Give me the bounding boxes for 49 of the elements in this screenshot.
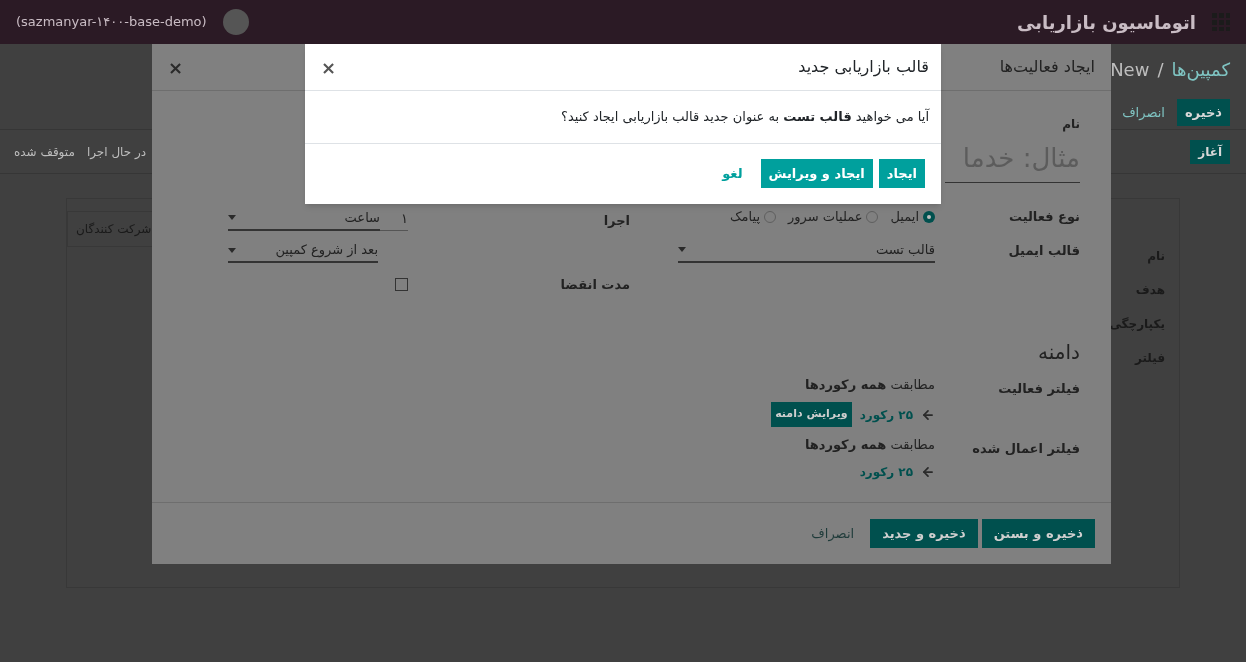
template-select[interactable]: قالب تست <box>678 238 935 263</box>
dialog-button[interactable]: ایجاد <box>878 159 925 188</box>
field-label: فیلتر اعمال شده <box>971 440 1080 458</box>
dialog-title: ایجاد فعالیت‌ها <box>999 56 1095 78</box>
edit-domain-button[interactable]: ویرایش دامنه <box>771 402 852 427</box>
field-label: مدت انقضا <box>559 276 630 294</box>
arrow-icon <box>921 407 935 422</box>
caret-icon <box>228 215 236 220</box>
radio-label: پیامک <box>729 208 761 226</box>
breadcrumb-current: New <box>1110 58 1150 82</box>
field-label: نام <box>1062 116 1080 133</box>
unit-select[interactable]: ساعت <box>228 206 380 231</box>
radio-label: ایمیل <box>890 208 919 226</box>
radio-label: عملیات سرور <box>788 208 863 227</box>
status-stage[interactable]: متوقف شده <box>8 142 81 161</box>
caret-icon <box>678 247 686 252</box>
database-name: (sazmanyar-۱۴۰۰-base-demo) <box>16 13 207 32</box>
discard-link[interactable]: انصراف <box>1114 99 1173 126</box>
caret-icon <box>228 247 236 253</box>
breadcrumb-link[interactable]: کمپین‌ها <box>1171 56 1230 83</box>
checkbox[interactable] <box>395 278 408 292</box>
dialog-button[interactable]: ذخیره و بستن <box>981 519 1095 548</box>
cancel-link[interactable]: لغو <box>710 159 755 188</box>
arrow-icon <box>921 464 935 479</box>
domain-summary: مطابقت همه رکوردها <box>803 375 935 394</box>
save-button[interactable]: ذخیره <box>1176 99 1230 126</box>
field-label: نوع فعالیت <box>1007 208 1080 226</box>
field-label: فیلتر فعالیت <box>997 379 1080 398</box>
breadcrumb-separator: / <box>1157 58 1164 82</box>
records-link[interactable]: ۲۵ رکورد <box>859 462 913 481</box>
interval-field[interactable]: ۱ <box>380 208 408 229</box>
app-title: اتوماسیون بازاریابی <box>1017 10 1196 36</box>
start-button[interactable]: آغاز <box>1190 139 1230 164</box>
dialog-button[interactable]: ایجاد و ویرایش <box>760 159 873 188</box>
dialog-title: قالب بازاریابی جدید <box>798 56 929 79</box>
trigger-select[interactable]: بعد از شروع کمپین <box>228 239 378 263</box>
confirm-message: آیا می خواهید قالب تست به عنوان جدید قالب بازاریابی ایجاد کنید؟ <box>560 107 929 127</box>
cancel-link[interactable]: انصراف <box>799 519 867 548</box>
section-heading: دامنه <box>1037 338 1080 366</box>
status-stage[interactable]: در حال اجرا <box>80 142 153 161</box>
radio-button[interactable] <box>923 210 935 223</box>
domain-summary: مطابقت همه رکوردها <box>804 436 935 454</box>
dialog-button[interactable]: ذخیره و جدید <box>870 519 978 548</box>
records-link[interactable]: ۲۵ رکورد <box>859 405 913 424</box>
close-button[interactable]: × <box>168 53 184 81</box>
close-button[interactable]: × <box>317 53 341 81</box>
field-label: اجرا <box>602 212 630 230</box>
field-label: قالب ایمیل <box>1007 241 1080 260</box>
user-avatar[interactable] <box>222 9 249 35</box>
